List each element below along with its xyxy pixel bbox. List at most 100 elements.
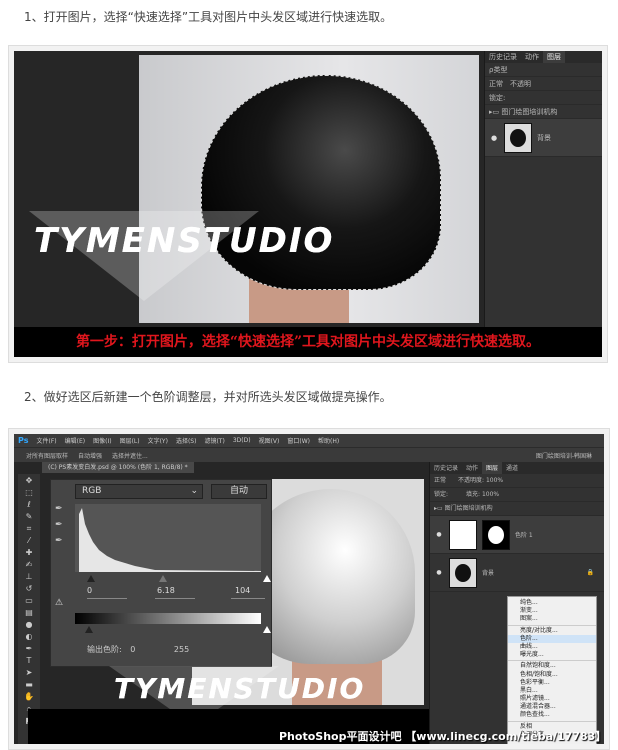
eye-icon[interactable]: ● xyxy=(434,531,444,538)
lasso-tool-icon[interactable]: ℓ xyxy=(22,500,36,510)
menu-item-color-lookup[interactable]: 颜色查找... xyxy=(508,711,596,719)
white-input-slider[interactable] xyxy=(263,575,271,582)
document-tab[interactable]: (C) PS素发变白发.psd @ 100% (色阶 1, RGB/8) * xyxy=(42,462,194,473)
healing-tool-icon[interactable]: ✚ xyxy=(22,548,36,558)
layer-mask-thumbnail[interactable] xyxy=(482,519,510,550)
layer-row-levels[interactable]: ● 色阶 1 xyxy=(430,516,604,554)
folder-icon: ▸▭ xyxy=(489,108,502,116)
auto-enhance-checkbox[interactable]: 自动增强 xyxy=(78,451,102,460)
menu-edit[interactable]: 编辑(E) xyxy=(65,436,85,445)
black-output-slider[interactable] xyxy=(85,626,93,633)
menu-item-vibrance[interactable]: 自然饱和度... xyxy=(508,662,596,670)
sample-all-layers-checkbox[interactable]: 对所有图层取样 xyxy=(26,451,68,460)
menu-item-levels[interactable]: 色阶... xyxy=(508,634,596,643)
menu-item-pattern[interactable]: 图案... xyxy=(508,615,596,623)
stamp-tool-icon[interactable]: ⊥ xyxy=(22,572,36,582)
dodge-tool-icon[interactable]: ◐ xyxy=(22,632,36,642)
hand-tool-icon[interactable]: ✋ xyxy=(22,692,36,702)
output-black-value[interactable]: 0 xyxy=(130,645,135,654)
screenshot-2: Ps 文件(F) 编辑(E) 图像(I) 图层(L) 文字(Y) 选择(S) 滤… xyxy=(14,434,604,744)
marquee-tool-icon[interactable]: ⬚ xyxy=(22,488,36,498)
crop-tool-icon[interactable]: ⌗ xyxy=(22,524,36,534)
menu-item-color-balance[interactable]: 色彩平衡... xyxy=(508,679,596,687)
gamma-input-slider[interactable] xyxy=(159,575,167,582)
layer-row-background[interactable]: ● 背景 xyxy=(485,119,602,157)
menu-separator xyxy=(508,624,596,626)
menu-image[interactable]: 图像(I) xyxy=(93,436,111,445)
menu-item-hue-saturation[interactable]: 色相/饱和度... xyxy=(508,671,596,679)
opacity-field[interactable]: 不透明度: 100% xyxy=(458,477,503,484)
menu-3d[interactable]: 3D(D) xyxy=(233,437,251,444)
input-gamma-value[interactable]: 6.18 xyxy=(157,586,175,595)
white-eyedropper-icon[interactable]: ✒ xyxy=(55,536,67,548)
gray-eyedropper-icon[interactable]: ✒ xyxy=(55,520,67,532)
auto-button[interactable]: 自动 xyxy=(211,484,267,499)
black-input-slider[interactable] xyxy=(87,575,95,582)
menu-type[interactable]: 文字(Y) xyxy=(148,436,168,445)
tab-channels[interactable]: 通道 xyxy=(502,462,522,474)
clipping-warning-icon[interactable]: ⚠ xyxy=(55,598,63,608)
white-output-slider[interactable] xyxy=(263,626,271,633)
lock-label: 锁定: xyxy=(434,491,449,498)
input-black-value[interactable]: 0 xyxy=(87,586,92,595)
move-tool-icon[interactable]: ✥ xyxy=(22,476,36,486)
ps-logo: Ps xyxy=(18,436,29,445)
fill-field[interactable]: 填充: 100% xyxy=(466,491,499,498)
lock-row: 锁定: xyxy=(485,91,602,105)
menu-bar: Ps 文件(F) 编辑(E) 图像(I) 图层(L) 文字(Y) 选择(S) 滤… xyxy=(14,434,604,447)
panel-tabs: 历史记录 动作 图层 xyxy=(485,51,602,63)
menu-view[interactable]: 视图(V) xyxy=(259,436,280,445)
eraser-tool-icon[interactable]: ▭ xyxy=(22,596,36,606)
pen-tool-icon[interactable]: ✒ xyxy=(22,644,36,654)
histogram xyxy=(75,504,261,572)
lock-row: 锁定: 填充: 100% xyxy=(430,488,604,502)
menu-item-brightness-contrast[interactable]: 亮度/对比度... xyxy=(508,627,596,635)
workspace-select[interactable]: 图门绘图培训-韩国琳 xyxy=(536,451,592,460)
step-banner: 第一步：打开图片，选择“快速选择”工具对图片中头发区域进行快速选取。 xyxy=(14,327,602,357)
tab-actions[interactable]: 动作 xyxy=(462,462,482,474)
tab-actions[interactable]: 动作 xyxy=(521,51,543,63)
layer-group-row[interactable]: ▸▭ 图门绘图培训机构 xyxy=(485,105,602,119)
blur-tool-icon[interactable]: ● xyxy=(22,620,36,630)
menu-item-curves[interactable]: 曲线... xyxy=(508,643,596,651)
menu-item-solid-color[interactable]: 纯色... xyxy=(508,599,596,607)
eye-icon[interactable]: ● xyxy=(434,569,444,576)
layer-row-background[interactable]: ● 背景 🔒 xyxy=(430,554,604,592)
gradient-tool-icon[interactable]: ▤ xyxy=(22,608,36,618)
tab-history[interactable]: 历史记录 xyxy=(485,51,521,63)
lock-icon: 🔒 xyxy=(586,569,594,576)
path-select-tool-icon[interactable]: ➤ xyxy=(22,668,36,678)
menu-filter[interactable]: 滤镜(T) xyxy=(204,436,224,445)
menu-select[interactable]: 选择(S) xyxy=(176,436,197,445)
eyedropper-tool-icon[interactable]: ⁄ xyxy=(22,536,36,546)
history-brush-icon[interactable]: ↺ xyxy=(22,584,36,594)
tab-history[interactable]: 历史记录 xyxy=(430,462,462,474)
menu-item-black-white[interactable]: 黑白... xyxy=(508,687,596,695)
options-bar: 对所有图层取样 自动增强 选择并遮住... 图门绘图培训-韩国琳 xyxy=(14,447,604,462)
screenshot-1: TYMENSTUDIO 历史记录 动作 图层 ρ类型 正常 不透明 锁定: ▸▭… xyxy=(14,51,602,357)
select-and-mask-button[interactable]: 选择并遮住... xyxy=(112,451,148,460)
input-white-underline xyxy=(231,598,265,599)
menu-window[interactable]: 窗口(W) xyxy=(287,436,310,445)
output-white-value[interactable]: 255 xyxy=(174,645,189,654)
screenshot-2-card: Ps 文件(F) 编辑(E) 图像(I) 图层(L) 文字(Y) 选择(S) 滤… xyxy=(8,428,610,750)
panel-tabs: 历史记录 动作 图层 通道 xyxy=(430,462,604,474)
shape-tool-icon[interactable]: ▬ xyxy=(22,680,36,690)
menu-help[interactable]: 帮助(H) xyxy=(318,436,339,445)
layer-group-row[interactable]: ▸▭ 图门绘图培训机构 xyxy=(430,502,604,516)
blend-mode-select[interactable]: 正常 xyxy=(434,477,446,484)
menu-item-exposure[interactable]: 曝光度... xyxy=(508,651,596,659)
tab-layers[interactable]: 图层 xyxy=(482,462,503,474)
eye-icon[interactable]: ● xyxy=(489,134,499,142)
tab-layers[interactable]: 图层 xyxy=(543,51,565,63)
type-tool-icon[interactable]: T xyxy=(22,656,36,666)
channel-select[interactable]: RGB ⌄ xyxy=(75,484,203,499)
quick-select-tool-icon[interactable]: ✎ xyxy=(22,512,36,522)
brush-tool-icon[interactable]: ✍ xyxy=(22,560,36,570)
black-eyedropper-icon[interactable]: ✒ xyxy=(55,504,67,516)
blend-mode-select[interactable]: 正常 不透明 xyxy=(485,77,602,91)
input-white-value[interactable]: 104 xyxy=(235,586,250,595)
kind-filter[interactable]: ρ类型 xyxy=(485,63,602,77)
menu-file[interactable]: 文件(F) xyxy=(36,436,56,445)
menu-layer[interactable]: 图层(L) xyxy=(120,436,140,445)
